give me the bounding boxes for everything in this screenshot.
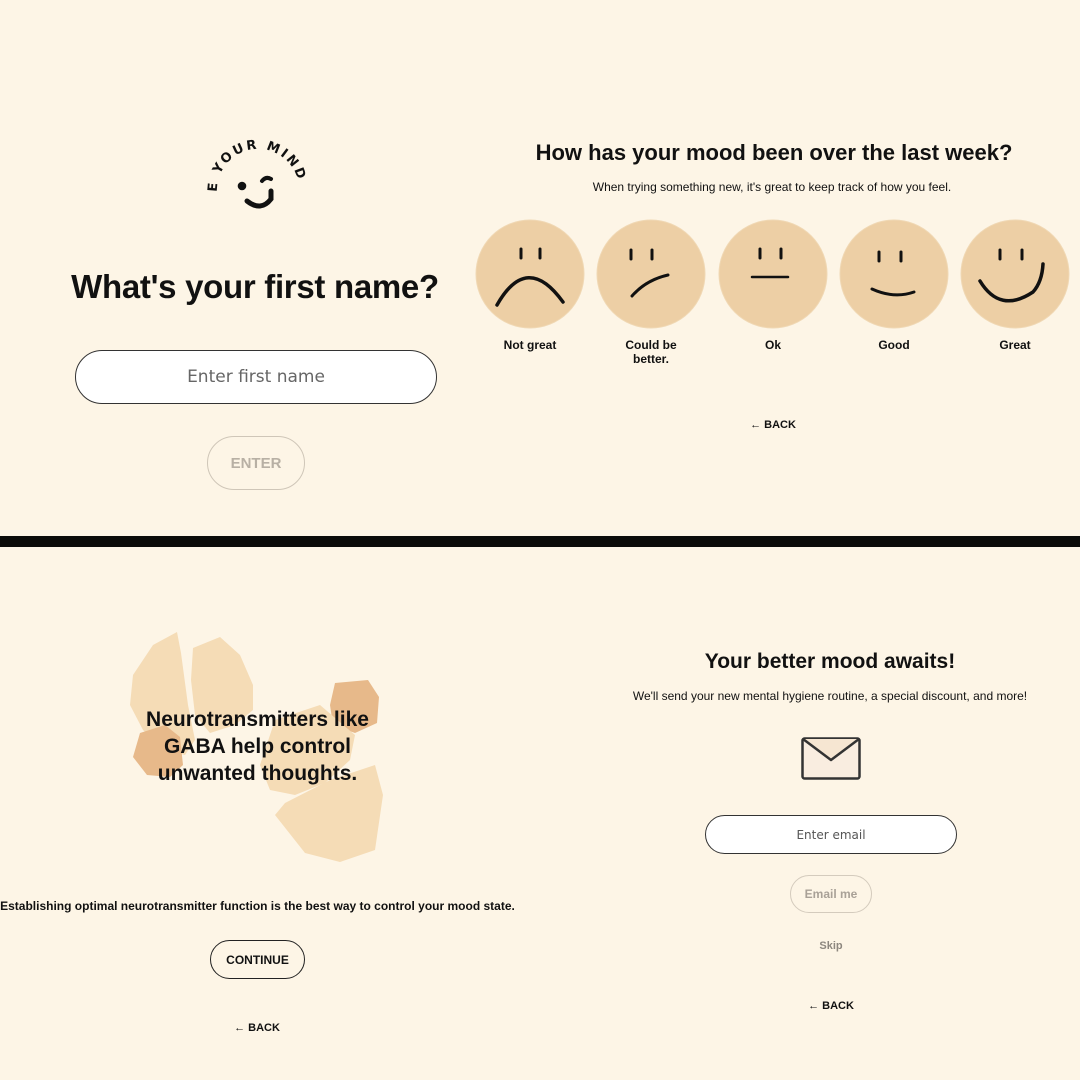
- mood-option-ok[interactable]: Ok: [718, 219, 828, 352]
- mood-option-great[interactable]: Great: [960, 219, 1070, 352]
- info-title: Neurotransmitters like GABA help control…: [146, 708, 369, 785]
- neutral-face-icon: [718, 219, 828, 329]
- mood-option-good[interactable]: Good: [839, 219, 949, 352]
- back-link[interactable]: ← BACK: [723, 419, 823, 431]
- frown-face-icon: [475, 219, 585, 329]
- prepare-your-mind-logo: PREPARE YOUR MIND: [203, 135, 309, 209]
- mood-label: Ok: [764, 338, 781, 352]
- envelope-icon: [801, 737, 861, 780]
- mood-options: Not great Could be better. Ok Good Great: [475, 219, 1075, 379]
- mood-subtitle: When trying something new, it's great to…: [592, 180, 952, 194]
- mood-option-not-great[interactable]: Not great: [475, 219, 585, 352]
- logo-text: PREPARE YOUR MIND: [203, 135, 307, 192]
- back-link[interactable]: ← BACK: [207, 1022, 307, 1034]
- first-name-question: What's your first name?: [71, 268, 439, 305]
- slight-frown-face-icon: [596, 219, 706, 329]
- skip-link[interactable]: Skip: [790, 940, 872, 952]
- screen-divider: [0, 536, 1080, 547]
- continue-button[interactable]: CONTINUE: [210, 940, 305, 979]
- mood-question: How has your mood been over the last wee…: [535, 140, 1013, 165]
- info-body: Establishing optimal neurotransmitter fu…: [0, 899, 515, 913]
- svg-text:PREPARE YOUR MIND: PREPARE YOUR MIND: [203, 135, 309, 192]
- back-link[interactable]: ← BACK: [781, 1000, 881, 1012]
- email-me-button[interactable]: Email me: [790, 875, 872, 913]
- mood-option-could-be-better[interactable]: Could be better.: [596, 219, 706, 366]
- slight-smile-face-icon: [839, 219, 949, 329]
- mood-label: Good: [878, 338, 910, 352]
- mood-label: Not great: [503, 338, 557, 352]
- winking-smiley-icon: [237, 175, 274, 209]
- email-subtitle: We'll send your new mental hygiene routi…: [632, 689, 1028, 703]
- enter-button[interactable]: ENTER: [207, 436, 305, 490]
- first-name-input[interactable]: [75, 350, 437, 404]
- mood-label: Great: [999, 338, 1031, 352]
- email-title: Your better mood awaits!: [704, 650, 956, 673]
- email-input[interactable]: [705, 815, 957, 854]
- big-smile-face-icon: [960, 219, 1070, 329]
- mood-label: Could be better.: [625, 338, 677, 366]
